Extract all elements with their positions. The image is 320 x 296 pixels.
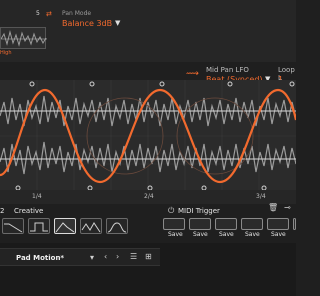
midi-slot-1[interactable] [163, 218, 185, 230]
lfo-editor[interactable] [0, 80, 296, 192]
preset-next-icon[interactable]: › [116, 252, 119, 261]
top-panel: 5 ⇄ Pan Mode Balance 3dB ▼ High [0, 0, 296, 62]
voice-count: 5 [36, 10, 40, 17]
high-label: High [0, 50, 12, 56]
preset-selector[interactable]: Pad Motion* ▾ ‹ › ☰ ⊞ [0, 248, 160, 266]
shape-square[interactable] [28, 218, 50, 234]
ruler-tick-2: 2/4 [144, 193, 154, 200]
pan-mode-dropdown-icon[interactable]: ▼ [115, 19, 120, 27]
preset-grid-icon[interactable]: ⊞ [145, 252, 152, 261]
time-ruler: 1/4 2/4 3/4 [0, 190, 296, 204]
midi-slot-5-label: Save [271, 231, 286, 238]
waveform-thumbnail[interactable] [0, 27, 47, 49]
lfo-wave-icon[interactable]: ⟿ [186, 69, 199, 79]
shape-bump[interactable] [106, 218, 128, 234]
midi-slot-3-label: Save [219, 231, 234, 238]
midi-slot-2-label: Save [193, 231, 208, 238]
mid-pan-lfo-label: Mid Pan LFO [206, 66, 249, 74]
midi-slot-2[interactable] [189, 218, 211, 230]
midi-slot-4-label: Save [245, 231, 260, 238]
preset-prev-icon[interactable]: ‹ [104, 252, 107, 261]
shape-triangle[interactable] [54, 218, 76, 234]
midi-trigger-label: MIDI Trigger [178, 207, 220, 215]
shape-flat[interactable] [2, 218, 24, 234]
midi-slot-1-label: Save [168, 231, 183, 238]
midi-slot-4[interactable] [241, 218, 263, 230]
ruler-tick-3: 3/4 [256, 193, 266, 200]
shape-flat-icon [4, 223, 23, 233]
link-toggle-icon[interactable]: ⇄ [46, 10, 52, 18]
midi-slot-6[interactable] [293, 218, 296, 230]
shape-bank-label: Creative [14, 207, 44, 215]
shape-zigzag-icon [81, 222, 101, 233]
preset-dropdown-icon[interactable]: ▾ [90, 253, 94, 262]
shape-bank-number: 2 [0, 207, 5, 215]
preset-menu-icon[interactable]: ☰ [130, 252, 137, 261]
link-icon[interactable]: ⊸ [284, 203, 291, 212]
shape-triangle-icon [55, 222, 75, 233]
shape-square-icon [30, 222, 48, 232]
midi-slot-5[interactable] [267, 218, 289, 230]
waveform-thumbnail-graphic [0, 30, 47, 47]
shape-zigzag[interactable] [80, 218, 102, 234]
pan-mode-label: Pan Mode [62, 10, 92, 17]
trash-icon[interactable]: 🗑 [268, 203, 278, 212]
lfo-editor-graphic [0, 80, 296, 192]
shape-bump-icon [107, 222, 127, 233]
power-icon[interactable]: ⏻ [168, 206, 174, 216]
ruler-tick-1: 1/4 [32, 193, 42, 200]
midi-slot-3[interactable] [215, 218, 237, 230]
pan-mode-value[interactable]: Balance 3dB [62, 19, 112, 28]
preset-name: Pad Motion* [16, 254, 65, 262]
